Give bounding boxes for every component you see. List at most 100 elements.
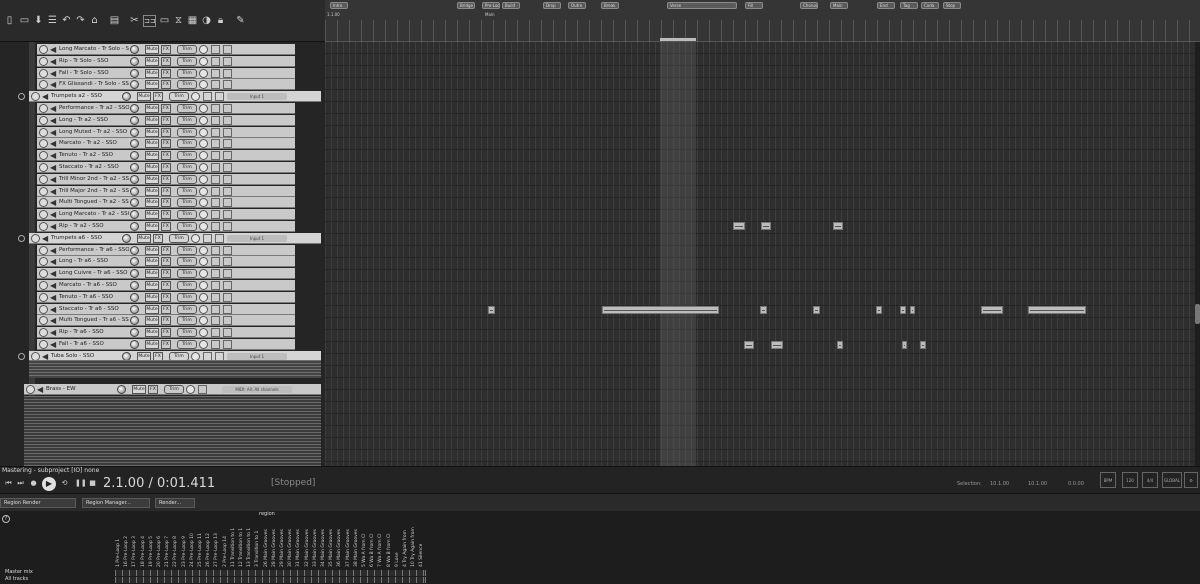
fx-button[interactable]: FX [161,163,171,172]
envelope-button[interactable]: Trim [177,222,197,231]
free-mode-button[interactable] [223,245,232,255]
mute-button[interactable]: Mute [145,68,159,78]
free-mode-button[interactable] [215,92,224,102]
route-button[interactable] [211,257,220,267]
volume-knob[interactable] [130,68,139,78]
media-item[interactable] [920,341,926,349]
route-button[interactable] [211,104,220,113]
input-select[interactable]: Input 1 [227,93,287,101]
phase-button[interactable] [199,151,208,161]
volume-knob[interactable] [130,127,139,137]
envelope-button[interactable]: Trim [177,269,197,279]
free-mode-button[interactable] [223,56,232,66]
route-button[interactable] [211,45,220,54]
envelope-button[interactable]: Trim [177,328,197,338]
project-marker[interactable]: Fill [745,2,763,9]
phase-button[interactable] [199,45,208,54]
media-item[interactable] [488,306,495,314]
record-arm-button[interactable] [31,92,40,102]
envelope-button[interactable]: Trim [177,80,197,90]
timeline-ruler[interactable]: Intro Bridge Pre-LoopBuild Drop Outro Break Ve… [325,0,1200,42]
track-row[interactable]: ◀ Trill Minor 2nd - Tr a2 - SSO Mute FX Trim [37,173,295,185]
arrange-view[interactable]: Intro Bridge Pre-LoopBuild Drop Outro Break Ve… [325,0,1200,466]
free-mode-button[interactable] [223,210,232,220]
fx-button[interactable]: FX [161,127,171,137]
project-marker[interactable]: Main [830,2,848,9]
record-arm-button[interactable] [39,68,48,78]
mute-button[interactable]: Mute [132,385,146,394]
play-button[interactable]: ▶ [42,477,56,491]
track-name[interactable]: Fall - Tr a6 - SSO [59,339,129,350]
project-marker[interactable]: End [877,2,895,9]
track-name[interactable]: Multi Tongued - Tr a2 - SSO [59,197,129,208]
fx-button[interactable]: FX [161,151,171,161]
track-name[interactable]: Staccato - Tr a2 - SSO [59,162,129,173]
bus-track[interactable]: ◀ Brass - EW Mute FX Trim MIDI: All: All… [24,384,321,395]
record-arm-button[interactable] [39,104,48,113]
mute-button[interactable]: Mute [145,340,159,349]
volume-knob[interactable] [117,385,126,394]
mute-button[interactable]: Mute [145,210,159,220]
envelope-button[interactable]: Trim [177,245,197,255]
phase-button[interactable] [199,163,208,172]
record-arm-button[interactable] [39,316,48,326]
volume-knob[interactable] [130,222,139,231]
fx-button[interactable]: FX [161,281,171,290]
vertical-scrollbar[interactable] [1195,42,1200,466]
volume-knob[interactable] [130,281,139,290]
track-name[interactable]: Rip - Tr Solo - SSO [59,56,129,67]
fx-button[interactable]: FX [153,233,163,243]
volume-knob[interactable] [130,174,139,184]
project-marker[interactable]: Bridge [457,2,475,9]
volume-knob[interactable] [130,80,139,90]
envelope-button[interactable]: Trim [164,385,184,394]
record-arm-button[interactable] [39,245,48,255]
track-row[interactable]: ◀ Performance - Tr a2 - SSO Mute FX Trim [37,103,295,114]
free-mode-button[interactable] [215,233,224,243]
phase-button[interactable] [199,115,208,125]
envelope-button[interactable]: Trim [177,56,197,66]
fx-button[interactable]: FX [161,210,171,220]
route-button[interactable] [211,127,220,137]
pause-icon[interactable]: ❚❚ [75,479,87,488]
time-selection[interactable] [660,42,696,466]
region-lane[interactable]: 1.1.00 Main [325,11,1200,19]
fx-button[interactable]: FX [161,139,171,149]
track-row[interactable]: ◀ FX Glissandi - Tr Solo - SSO Mute FX Trim [37,79,295,91]
mute-button[interactable]: Mute [145,257,159,267]
route-button[interactable] [211,56,220,66]
record-arm-button[interactable] [39,80,48,90]
envelope-button[interactable]: Trim [177,198,197,208]
record-arm-button[interactable] [39,222,48,231]
route-button[interactable] [211,68,220,78]
volume-knob[interactable] [122,233,131,243]
route-button[interactable] [211,210,220,220]
phase-button[interactable] [199,269,208,279]
track-row[interactable]: ◀ Rip - Tr a2 - SSO Mute FX Trim [37,221,295,232]
volume-knob[interactable] [130,210,139,220]
project-marker[interactable]: Intro [330,2,348,9]
fx-button[interactable]: FX [153,92,163,102]
track-row[interactable]: ◀Long Marcato - Tr Solo - SSO MuteFX Trim [37,44,295,55]
input-select[interactable]: MIDI: All: All channels [222,386,292,393]
envelope-button[interactable]: Trim [177,45,197,54]
track-name[interactable]: Long Marcato - Tr Solo - SSO [59,44,129,55]
route-button[interactable] [211,269,220,279]
mute-button[interactable]: Mute [145,163,159,172]
phase-button[interactable] [199,68,208,78]
loop-range[interactable] [660,38,696,41]
record-arm-button[interactable] [39,186,48,196]
volume-knob[interactable] [130,257,139,267]
volume-knob[interactable] [130,292,139,302]
phase-button[interactable] [191,233,200,243]
volume-knob[interactable] [130,163,139,172]
track-name[interactable]: Trill Major 2nd - Tr a2 - SSO [59,186,129,197]
envelope-button[interactable]: Trim [177,186,197,196]
route-button[interactable] [211,151,220,161]
free-mode-button[interactable] [223,139,232,149]
fx-button[interactable]: FX [161,45,171,54]
envelope-icon[interactable]: ⧖ [172,15,185,27]
route-button[interactable] [211,340,220,349]
pencil-icon[interactable]: ✎ [234,15,247,27]
track-name[interactable]: Marcato - Tr a2 - SSO [59,138,129,149]
